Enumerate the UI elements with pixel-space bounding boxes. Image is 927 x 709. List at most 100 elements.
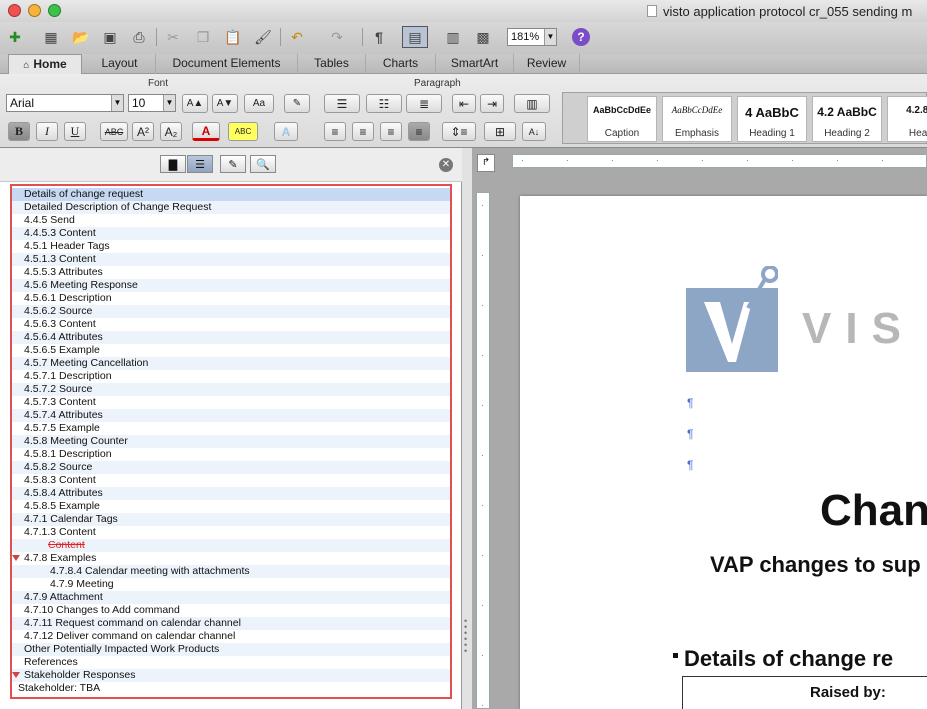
outline-item[interactable]: 4.5.6.4 Attributes: [12, 331, 450, 344]
outline-item[interactable]: 4.5.5.3 Attributes: [12, 266, 450, 279]
outline-item[interactable]: 4.7.9 Meeting: [12, 578, 450, 591]
outline-item[interactable]: 4.5.7 Meeting Cancellation: [12, 357, 450, 370]
multilevel-list-button[interactable]: ≣: [406, 94, 442, 113]
align-right-button[interactable]: ≡: [380, 122, 402, 141]
outline-item[interactable]: 4.7.12 Deliver command on calendar chann…: [12, 630, 450, 643]
font-color-button[interactable]: A: [192, 122, 220, 141]
gallery-icon[interactable]: ▥: [442, 26, 464, 48]
redo-icon[interactable]: ↷: [326, 26, 348, 48]
outline-item[interactable]: Details of change request: [12, 188, 450, 201]
tab-home[interactable]: ⌂ Home: [8, 54, 82, 75]
bold-button[interactable]: B: [8, 122, 30, 141]
outline-item[interactable]: 4.5.7.3 Content: [12, 396, 450, 409]
outline-item[interactable]: 4.7.1.3 Content: [12, 526, 450, 539]
sidebar-toggle-icon[interactable]: ▤: [402, 26, 428, 48]
numbering-button[interactable]: ☷: [366, 94, 402, 113]
subscript-button[interactable]: A₂: [160, 122, 182, 141]
style-heading-2[interactable]: 4.2 AaBbC Heading 2: [812, 96, 882, 142]
outline-item[interactable]: Other Potentially Impacted Work Products: [12, 643, 450, 656]
media-browser-icon[interactable]: ▩: [472, 26, 494, 48]
document-page[interactable]: VIS ¶ ¶ ¶ Chan VAP changes to sup Detail…: [520, 196, 927, 709]
close-window-button[interactable]: [8, 4, 21, 17]
outline-item[interactable]: Content: [12, 539, 450, 552]
font-size-select[interactable]: 10 ▼: [128, 94, 176, 112]
outline-item[interactable]: 4.5.7.1 Description: [12, 370, 450, 383]
outline-item[interactable]: 4.4.5 Send: [12, 214, 450, 227]
outline-item[interactable]: Stakeholder Responses: [12, 669, 450, 682]
print-icon[interactable]: ⎙: [128, 26, 150, 48]
outline-item[interactable]: Stakeholder: TBA: [12, 682, 450, 695]
style-heading-3[interactable]: 4.2.8 A Headi: [887, 96, 927, 142]
horizontal-ruler[interactable]: ··········: [512, 154, 927, 168]
paste-icon[interactable]: 📋: [222, 26, 244, 48]
outline-item[interactable]: 4.7.8.4 Calendar meeting with attachment…: [12, 565, 450, 578]
format-painter-icon[interactable]: 🖌: [252, 26, 274, 48]
superscript-button[interactable]: A²: [132, 122, 154, 141]
tab-smartart[interactable]: SmartArt: [436, 54, 514, 74]
outline-item[interactable]: 4.7.10 Changes to Add command: [12, 604, 450, 617]
underline-button[interactable]: U: [64, 122, 86, 141]
columns-button[interactable]: ▥: [514, 94, 550, 113]
outline-item[interactable]: 4.5.6.3 Content: [12, 318, 450, 331]
align-left-button[interactable]: ≡: [324, 122, 346, 141]
text-effects-button[interactable]: A: [274, 122, 298, 141]
new-document-icon[interactable]: ✚: [4, 26, 26, 48]
outline-item[interactable]: 4.5.1.3 Content: [12, 253, 450, 266]
outline-item[interactable]: 4.5.8.5 Example: [12, 500, 450, 513]
tab-tables[interactable]: Tables: [298, 54, 366, 74]
close-icon[interactable]: ✕: [439, 158, 453, 172]
vertical-ruler[interactable]: · · · · · · · · · · ·: [476, 192, 490, 709]
font-name-select[interactable]: Arial ▼: [6, 94, 124, 112]
outline-item[interactable]: 4.7.11 Request command on calendar chann…: [12, 617, 450, 630]
style-emphasis[interactable]: AaBbCcDdEe Emphasis: [662, 96, 732, 142]
increase-indent-button[interactable]: ⇥: [480, 94, 504, 113]
search-tab-icon[interactable]: 🔍: [250, 155, 276, 173]
cut-icon[interactable]: ✂: [162, 26, 184, 48]
line-spacing-button[interactable]: ⇕≡: [442, 122, 476, 141]
outline-item[interactable]: 4.7.1 Calendar Tags: [12, 513, 450, 526]
tab-stop-selector[interactable]: ↱: [477, 154, 495, 172]
open-icon[interactable]: 📂: [70, 26, 92, 48]
italic-button[interactable]: I: [36, 122, 58, 141]
reviewing-pane-tab-icon[interactable]: ✎: [220, 155, 246, 173]
bullets-button[interactable]: ☰: [324, 94, 360, 113]
zoom-window-button[interactable]: [48, 4, 61, 17]
thumbnails-tab-icon[interactable]: ▇: [160, 155, 186, 173]
disclosure-triangle-icon[interactable]: [12, 555, 20, 561]
minimize-window-button[interactable]: [28, 4, 41, 17]
decrease-indent-button[interactable]: ⇤: [452, 94, 476, 113]
change-case-button[interactable]: Aa: [244, 94, 274, 113]
outline-item[interactable]: 4.5.8.4 Attributes: [12, 487, 450, 500]
outline-item[interactable]: 4.5.6.1 Description: [12, 292, 450, 305]
disclosure-triangle-icon[interactable]: [12, 672, 20, 678]
outline-item[interactable]: 4.4.5.3 Content: [12, 227, 450, 240]
outline-item[interactable]: 4.5.1 Header Tags: [12, 240, 450, 253]
outline-item[interactable]: 4.5.8 Meeting Counter: [12, 435, 450, 448]
highlight-button[interactable]: ABC: [228, 122, 258, 141]
style-heading-1[interactable]: 4 AaBbC Heading 1: [737, 96, 807, 142]
outline-item[interactable]: 4.5.7.4 Attributes: [12, 409, 450, 422]
help-icon[interactable]: ?: [570, 26, 592, 48]
clear-formatting-button[interactable]: ✎: [284, 94, 310, 113]
tab-document-elements[interactable]: Document Elements: [156, 54, 298, 74]
tab-layout[interactable]: Layout: [84, 54, 156, 74]
style-caption[interactable]: AaBbCcDdEe Caption: [587, 96, 657, 142]
outline-item[interactable]: References: [12, 656, 450, 669]
outline-item[interactable]: 4.5.6.5 Example: [12, 344, 450, 357]
tab-review[interactable]: Review: [514, 54, 580, 74]
outline-item[interactable]: 4.5.8.1 Description: [12, 448, 450, 461]
outline-item[interactable]: Detailed Description of Change Request: [12, 201, 450, 214]
tab-charts[interactable]: Charts: [366, 54, 436, 74]
zoom-select[interactable]: 181% ▼: [507, 28, 557, 46]
outline-item[interactable]: 4.5.7.5 Example: [12, 422, 450, 435]
grow-font-button[interactable]: A▲: [182, 94, 208, 113]
outline-item[interactable]: 4.5.8.2 Source: [12, 461, 450, 474]
undo-icon[interactable]: ↶: [286, 26, 308, 48]
document-map-tab-icon[interactable]: ☰: [187, 155, 213, 173]
strikethrough-button[interactable]: ABC: [100, 122, 128, 141]
sort-button[interactable]: A↓: [522, 122, 546, 141]
justify-button[interactable]: ≡: [408, 122, 430, 141]
outline-item[interactable]: 4.7.8 Examples: [12, 552, 450, 565]
copy-icon[interactable]: ❐: [192, 26, 214, 48]
pane-splitter[interactable]: • • • • • •: [462, 148, 472, 709]
